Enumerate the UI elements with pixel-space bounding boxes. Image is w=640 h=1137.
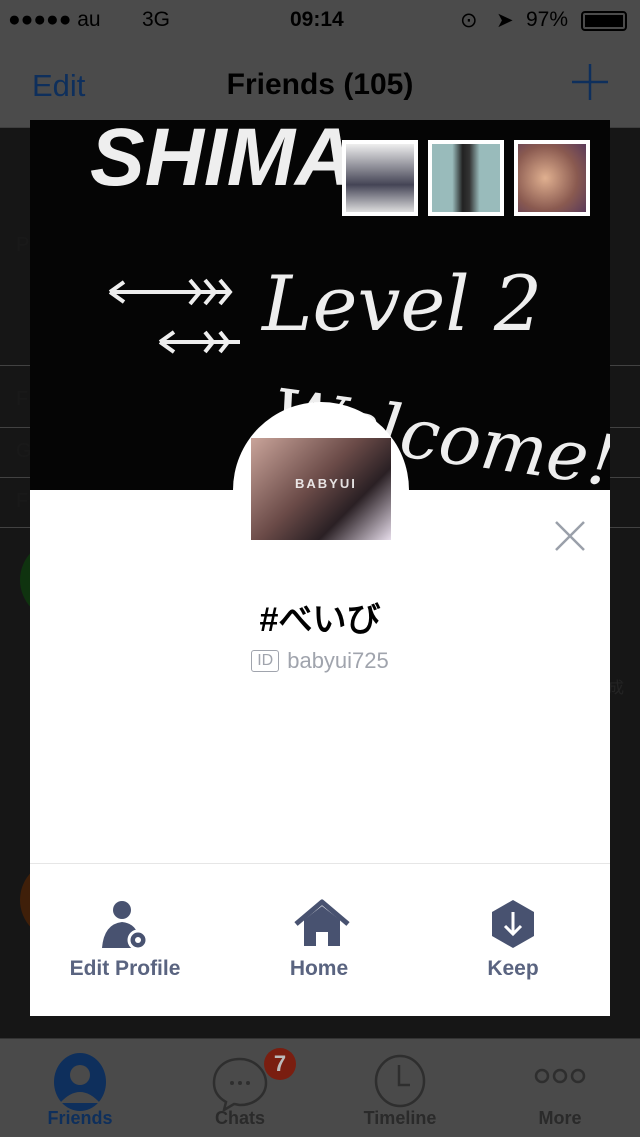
profile-name: #べいび — [259, 601, 381, 639]
profile-popup: SHIMA Level 2 Welcome!! BABYUI #べいび ID ba… — [30, 120, 610, 1016]
id-value: babyui725 — [287, 648, 389, 673]
tab-bar: Friends Chats Timeline More — [0, 1038, 640, 1136]
more-icon — [534, 1068, 586, 1084]
cover-thumbnail[interactable] — [514, 140, 590, 216]
battery-icon — [581, 11, 627, 31]
tab-label: Friends — [47, 1108, 113, 1128]
tab-label: More — [538, 1108, 582, 1128]
tab-friends[interactable]: Friends — [0, 1039, 160, 1137]
avatar-lettering: BABYUI — [295, 476, 357, 491]
id-tag: ID — [251, 650, 280, 672]
cover-thumbnail[interactable] — [428, 140, 504, 216]
action-label: Keep — [487, 957, 539, 980]
battery-percent: 97% — [526, 8, 569, 31]
clock: 09:14 — [290, 8, 344, 31]
edit-profile-icon — [102, 901, 149, 950]
close-icon[interactable] — [554, 520, 586, 552]
edit-profile-button[interactable]: Edit Profile — [30, 890, 220, 1000]
cover-text: Level 2 — [260, 259, 542, 348]
cover-thumbnail[interactable] — [342, 140, 418, 216]
keep-button[interactable]: Keep — [418, 890, 608, 1000]
chat-bubble-icon — [212, 1057, 268, 1111]
cover-text: SHIMA — [90, 120, 354, 203]
person-icon — [54, 1053, 106, 1111]
carrier: ●●●●● au — [8, 8, 101, 31]
tab-label: Timeline — [363, 1108, 437, 1128]
action-label: Edit Profile — [69, 957, 181, 980]
keep-icon — [492, 900, 534, 948]
edit-button[interactable]: Edit — [32, 68, 85, 104]
divider — [30, 863, 610, 864]
network: 3G — [142, 8, 171, 31]
location-icon: ➤ — [496, 9, 514, 32]
status-bar: ●●●●● au 3G 09:14 ⊙ ➤ 97% — [0, 0, 640, 40]
action-label: Home — [289, 957, 349, 980]
tab-chats[interactable]: Chats — [160, 1039, 320, 1137]
clock-icon — [374, 1054, 426, 1108]
tab-timeline[interactable]: Timeline — [320, 1039, 480, 1137]
rotation-lock-icon: ⊙ — [460, 9, 478, 32]
nav-bar: Friends (105) Edit — [0, 40, 640, 128]
tab-label: Chats — [214, 1108, 265, 1128]
home-icon — [294, 899, 350, 946]
tab-more[interactable]: More — [480, 1039, 640, 1137]
page-title: Friends (105) — [226, 68, 414, 101]
plus-icon[interactable] — [572, 64, 608, 100]
profile-avatar[interactable]: BABYUI — [251, 438, 391, 540]
profile-id: ID babyui725 — [30, 648, 610, 674]
home-button[interactable]: Home — [224, 890, 414, 1000]
chats-badge: 7 — [264, 1048, 296, 1080]
